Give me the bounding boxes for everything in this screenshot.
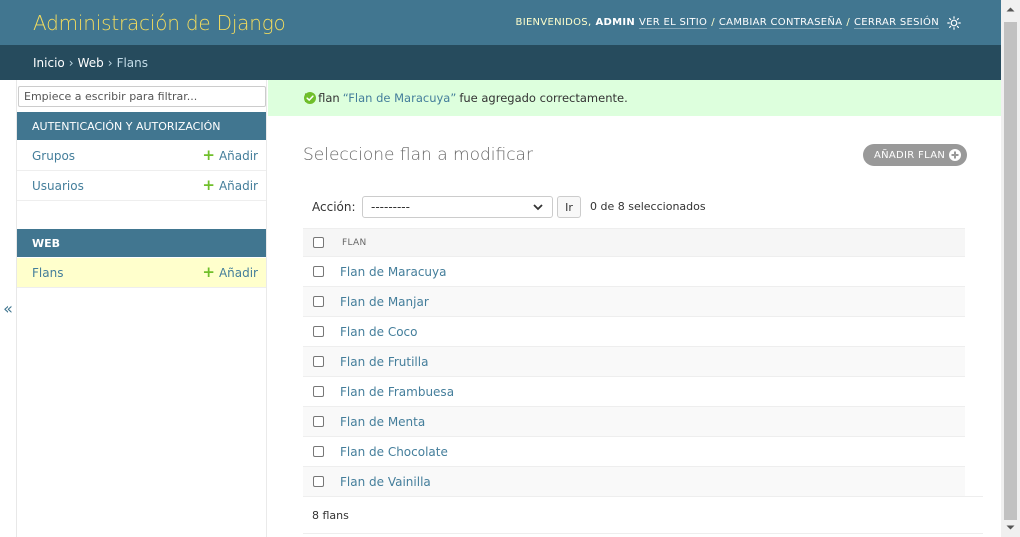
sidebar-item-usuarios: Usuarios + Añadir (17, 171, 266, 201)
separator: / (711, 17, 715, 28)
sun-icon[interactable] (947, 15, 961, 30)
table-row: Flan de Frambuesa (303, 377, 965, 407)
module-caption-auth[interactable]: Autenticación y autorización (17, 112, 266, 140)
table-body: Flan de Maracuya Flan de Manjar Flan de … (303, 257, 965, 497)
row-checkbox[interactable] (313, 446, 324, 457)
scroll-up-arrow-icon[interactable] (1005, 4, 1016, 15)
add-label: Añadir (218, 265, 258, 280)
username: admin (595, 17, 636, 28)
header: Administración de Django Bienvenidos, ad… (0, 0, 1001, 45)
table-row: Flan de Frutilla (303, 347, 965, 377)
module-caption-label: Autenticación y autorización (32, 119, 221, 133)
sidebar-item-flans: Flans + Añadir (17, 258, 266, 288)
row-link[interactable]: Flan de Frutilla (340, 355, 428, 369)
breadcrumb-app[interactable]: Web (78, 56, 104, 70)
site-name[interactable]: Administración de Django (33, 11, 286, 35)
table-row: Flan de Chocolate (303, 437, 965, 467)
add-usuario-link[interactable]: + Añadir (202, 178, 258, 193)
breadcrumb: Inicio › Web › Flans (0, 45, 1001, 80)
row-checkbox[interactable] (313, 266, 324, 277)
row-link[interactable]: Flan de Coco (340, 325, 417, 339)
table-row: Flan de Maracuya (303, 257, 965, 287)
row-link[interactable]: Flan de Frambuesa (340, 385, 454, 399)
action-counter: 0 de 8 seleccionados (590, 200, 706, 213)
row-link[interactable]: Flan de Vainilla (340, 475, 431, 489)
table-row: Flan de Manjar (303, 287, 965, 317)
table-row: Flan de Coco (303, 317, 965, 347)
vertical-scrollbar[interactable] (1001, 0, 1020, 537)
model-link-usuarios[interactable]: Usuarios (32, 179, 84, 193)
success-message: El flan “Flan de Maracuya” fue agregado … (268, 80, 1001, 116)
select-all-checkbox[interactable] (313, 237, 324, 248)
plus-icon (949, 149, 962, 161)
view-site-link[interactable]: Ver el sitio (639, 17, 708, 29)
result-count: 8 flans (312, 508, 349, 522)
user-tools: Bienvenidos, admin Ver el sitio / Cambia… (515, 15, 961, 30)
module-caption-label: Web (32, 236, 61, 250)
message-object-link[interactable]: “Flan de Maracuya” (343, 91, 457, 105)
table-header: Flan (303, 228, 965, 257)
row-link[interactable]: Flan de Chocolate (340, 445, 448, 459)
breadcrumb-current: Flans (116, 55, 149, 70)
row-checkbox[interactable] (313, 326, 324, 337)
add-flan-button-label: Añadir flan (874, 149, 946, 161)
add-flan-sidebar-link[interactable]: + Añadir (202, 265, 258, 280)
toggle-sidebar-button[interactable]: « (0, 80, 17, 537)
row-link[interactable]: Flan de Maracuya (340, 265, 446, 279)
breadcrumb-home[interactable]: Inicio (33, 56, 65, 70)
model-link-flans[interactable]: Flans (32, 266, 63, 280)
message-suffix: fue agregado correctamente. (459, 91, 628, 105)
table-row: Flan de Vainilla (303, 467, 965, 497)
model-link-grupos[interactable]: Grupos (32, 149, 75, 163)
separator: / (846, 17, 851, 28)
paginator: 8 flans (303, 496, 983, 534)
column-header-flan[interactable]: Flan (342, 238, 367, 248)
scroll-down-arrow-icon[interactable] (1005, 522, 1016, 533)
row-link[interactable]: Flan de Menta (340, 415, 425, 429)
page-title: Seleccione flan a modificar (303, 145, 533, 165)
row-checkbox[interactable] (313, 296, 324, 307)
add-label: Añadir (218, 148, 258, 163)
breadcrumb-separator: › (68, 55, 74, 70)
result-table: Flan Flan de Maracuya Flan de Manjar Fla… (303, 228, 965, 497)
check-circle-icon (304, 92, 316, 104)
row-checkbox[interactable] (313, 416, 324, 427)
row-link[interactable]: Flan de Manjar (340, 295, 429, 309)
add-grupo-link[interactable]: + Añadir (202, 148, 258, 163)
double-chevron-left-icon: « (3, 299, 13, 318)
plus-icon: + (202, 263, 215, 281)
plus-icon: + (202, 176, 215, 194)
breadcrumb-separator: › (107, 55, 113, 70)
table-row: Flan de Menta (303, 407, 965, 437)
row-checkbox[interactable] (313, 386, 324, 397)
sidebar: Autenticación y autorización Grupos + Añ… (17, 80, 267, 537)
row-checkbox[interactable] (313, 356, 324, 367)
add-label: Añadir (218, 178, 258, 193)
sidebar-item-grupos: Grupos + Añadir (17, 141, 266, 171)
chevron-down-icon (532, 201, 544, 213)
row-checkbox[interactable] (313, 476, 324, 487)
plus-icon: + (202, 146, 215, 164)
go-button[interactable]: Ir (557, 196, 581, 218)
change-password-link[interactable]: Cambiar contraseña (718, 17, 843, 29)
action-select-value: --------- (371, 200, 410, 214)
add-flan-button[interactable]: Añadir flan (863, 144, 968, 166)
scrollbar-thumb[interactable] (1004, 22, 1017, 520)
welcome-text: Bienvenidos, (515, 17, 592, 28)
sidebar-filter-input[interactable] (18, 86, 266, 107)
action-label: Acción: (312, 200, 356, 214)
action-select[interactable]: --------- (362, 196, 553, 218)
logout-link[interactable]: Cerrar sesión (854, 17, 939, 29)
module-caption-web[interactable]: Web (17, 229, 266, 257)
